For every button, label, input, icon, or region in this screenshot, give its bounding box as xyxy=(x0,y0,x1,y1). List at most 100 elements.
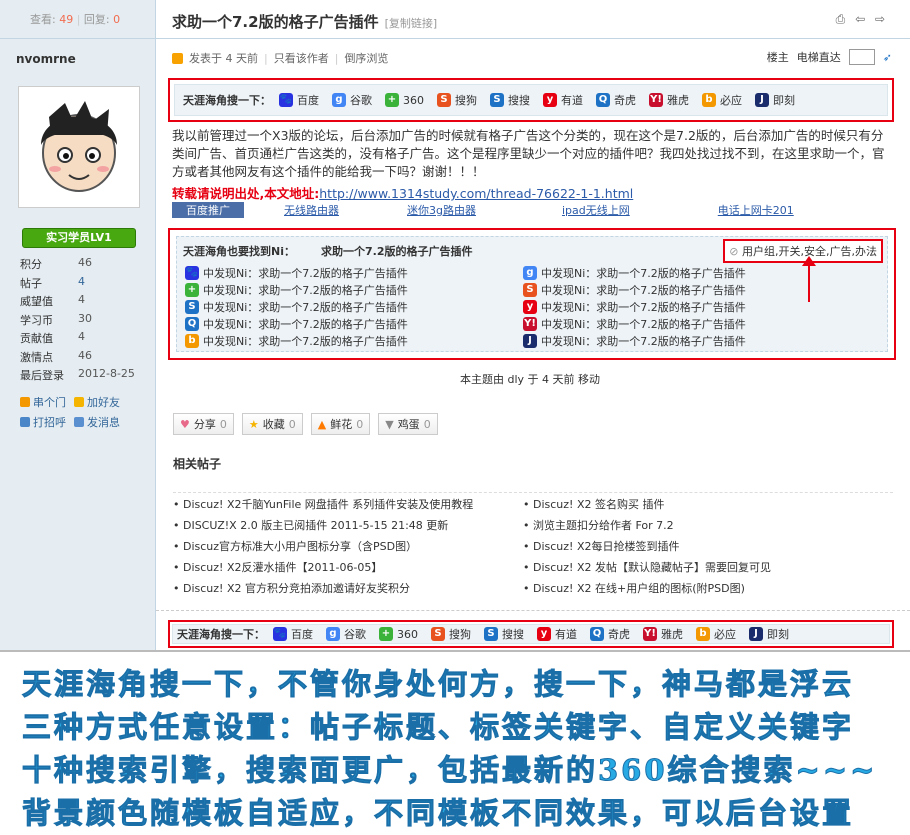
search-engine-link[interactable]: Q 奇虎 xyxy=(596,92,636,108)
soso-icon: S xyxy=(490,93,504,107)
related-search-item-text: 中发现Ni：求助一个7.2版的格子广告插件 xyxy=(541,300,746,314)
message-link[interactable]: 发消息 xyxy=(74,412,120,432)
search-engine-link[interactable]: S 搜搜 xyxy=(484,626,524,642)
related-search-item[interactable]: Y! 中发现Ni：求助一个7.2版的格子广告插件 xyxy=(523,315,863,332)
greet-link[interactable]: 打招呼 xyxy=(20,412,66,432)
related-search-item[interactable]: J 中发现Ni：求助一个7.2版的格子广告插件 xyxy=(523,332,863,349)
youdao-icon: y xyxy=(543,93,557,107)
search-engine-link[interactable]: +360 xyxy=(385,92,424,108)
thread-title-text: 求助一个7.2版的格子广告插件 xyxy=(172,13,379,31)
author-profile-stats: 积分 46 帖子 4 威望值 4 学习币 30 贡献值 4 激情点 46 最后登录 2012-… xyxy=(20,256,150,386)
thumb-down-icon: ▼ xyxy=(385,417,394,431)
online-status-icon xyxy=(172,52,183,64)
search-engine-name: 即刻 xyxy=(773,94,795,107)
action-label: 鸡蛋 xyxy=(397,418,420,431)
action-button[interactable]: ▲ 鲜花 0 xyxy=(310,413,371,435)
related-post-link[interactable]: • Discuz! X2 在线+用户组的图标(附PSD图) xyxy=(523,577,771,598)
copy-link-button[interactable]: [复制链接] xyxy=(385,17,438,30)
related-search-item[interactable]: g 中发现Ni：求助一个7.2版的格子广告插件 xyxy=(523,264,863,281)
search-engine-link[interactable]: Q 奇虎 xyxy=(590,626,630,642)
related-search-item-text: 中发现Ni：求助一个7.2版的格子广告插件 xyxy=(203,334,408,348)
search-engine-link[interactable]: J 即刻 xyxy=(749,626,789,642)
related-search-item[interactable]: Q 中发现Ni：求助一个7.2版的格子广告插件 xyxy=(185,315,525,332)
related-post-link[interactable]: • DISCUZ!X 2.0 版主已阅插件 2011-5-15 21:48 更新 xyxy=(173,514,473,535)
author-username[interactable]: nvomrne xyxy=(16,52,76,66)
sogou-icon: S xyxy=(431,627,445,641)
message-label: 发消息 xyxy=(87,416,120,429)
action-button[interactable]: ♥ 分享 0 xyxy=(173,413,234,435)
search-engine-name: 百度 xyxy=(291,628,313,641)
related-post-link[interactable]: • Discuz! X2 发帖【默认隐藏帖子】需要回复可见 xyxy=(523,556,771,577)
related-search-item-text: 中发现Ni：求助一个7.2版的格子广告插件 xyxy=(203,300,408,314)
caption-line: 三种方式任意设置：帖子标题、标签关键字、自定义关键字 xyxy=(21,710,855,745)
author-only-link[interactable]: 只看该作者 xyxy=(274,50,329,66)
related-post-link[interactable]: • Discuz! X2 官方积分竞拍添加邀请好友奖积分 xyxy=(173,577,473,598)
floor-input[interactable] xyxy=(848,49,875,65)
search-engine-link[interactable]: S 搜狗 xyxy=(431,626,471,642)
related-search-item[interactable]: S 中发现Ni：求助一个7.2版的格子广告插件 xyxy=(523,281,863,298)
search-engine-link[interactable]: +360 xyxy=(379,626,418,642)
search-engine-link[interactable]: y 有道 xyxy=(543,92,583,108)
repost-url-link[interactable]: http://www.1314study.com/thread-76622-1-… xyxy=(319,186,633,201)
home-icon xyxy=(20,397,30,407)
action-button[interactable]: ▼ 鸡蛋 0 xyxy=(378,413,438,435)
search-engine-link[interactable]: y 有道 xyxy=(537,626,577,642)
related-search-item-text: 中发现Ni：求助一个7.2版的格子广告插件 xyxy=(541,317,746,331)
search-engine-link[interactable]: g 谷歌 xyxy=(332,92,372,108)
search-engine-name: 奇虎 xyxy=(608,628,630,641)
related-search-item-text: 中发现Ni：求助一个7.2版的格子广告插件 xyxy=(541,266,746,280)
soso-icon: S xyxy=(185,299,199,314)
ad-link[interactable]: 电话上网卡201 xyxy=(718,202,794,218)
tag-icon: ⊘ xyxy=(729,245,739,258)
avatar[interactable] xyxy=(18,86,140,208)
related-search-item[interactable]: 🐾 中发现Ni：求助一个7.2版的格子广告插件 xyxy=(185,264,525,281)
go-arrow-icon[interactable]: ➶ xyxy=(883,51,892,64)
related-search-item[interactable]: y 中发现Ni：求助一个7.2版的格子广告插件 xyxy=(523,298,863,315)
yahoo-icon: Y! xyxy=(523,316,537,331)
related-post-link[interactable]: • Discuz官方标准大小用户图标分享（含PSD图） xyxy=(173,535,473,556)
repost-notice: 转载请说明出处,本文地址:http://www.1314study.com/th… xyxy=(172,183,633,202)
reverse-order-link[interactable]: 倒序浏览 xyxy=(344,50,388,66)
search-engine-link[interactable]: b 必应 xyxy=(702,92,742,108)
search-engine-link[interactable]: g 谷歌 xyxy=(326,626,366,642)
search-bar-top: 天涯海角搜一下： 🐾 百度 g 谷歌 +360 S 搜狗 S 搜搜 y 有道 Q 奇虎 Y! 雅虎 b 必应 J 即… xyxy=(174,84,888,116)
action-button[interactable]: ★ 收藏 0 xyxy=(241,413,303,435)
search-engine-name: 有道 xyxy=(555,628,577,641)
floor-nav: 楼主 电梯直达 ➶ xyxy=(767,49,892,65)
heart-icon: ♥ xyxy=(180,417,190,431)
search-engine-link[interactable]: J 即刻 xyxy=(755,92,795,108)
add-friend-link[interactable]: 加好友 xyxy=(74,392,120,412)
search-engine-link[interactable]: S 搜狗 xyxy=(437,92,477,108)
visit-link[interactable]: 串个门 xyxy=(20,392,66,412)
related-post-link[interactable]: • Discuz! X2千脑YunFile 网盘插件 系列插件安装及使用教程 xyxy=(173,493,473,514)
related-search-item-text: 中发现Ni：求助一个7.2版的格子广告插件 xyxy=(541,283,746,297)
baidu-icon: 🐾 xyxy=(273,627,287,641)
ad-link[interactable]: 百度推广 xyxy=(172,202,244,218)
stat-value[interactable]: 4 xyxy=(78,275,85,294)
search-engine-link[interactable]: 🐾 百度 xyxy=(273,626,313,642)
related-search-list-right: g 中发现Ni：求助一个7.2版的格子广告插件 S 中发现Ni：求助一个7.2版的格子… xyxy=(523,264,863,349)
moved-note: 本主题由 dly 于 4 天前 移动 xyxy=(460,373,601,386)
ad-link[interactable]: 迷你3g路由器 xyxy=(407,202,476,218)
related-post-link[interactable]: • Discuz! X2 签名购买 插件 xyxy=(523,493,771,514)
related-search-heading: 天涯海角也要找到Ni： 求助一个7.2版的格子广告插件 xyxy=(183,243,472,259)
promo-caption: 天涯海角搜一下，不管你身处何方，搜一下，神马都是浮云 三种方式任意设置：帖子标题… xyxy=(0,655,910,835)
related-post-link[interactable]: • Discuz! X2每日抢楼签到插件 xyxy=(523,535,771,556)
search-engine-link[interactable]: Y! 雅虎 xyxy=(649,92,689,108)
related-search-item[interactable]: S 中发现Ni：求助一个7.2版的格子广告插件 xyxy=(185,298,525,315)
thread-nav-icons[interactable]: ⎙ ⇦ ⇨ xyxy=(836,12,888,27)
related-search-item[interactable]: + 中发现Ni：求助一个7.2版的格子广告插件 xyxy=(185,281,525,298)
search-engine-link[interactable]: b 必应 xyxy=(696,626,736,642)
related-search-item[interactable]: b 中发现Ni：求助一个7.2版的格子广告插件 xyxy=(185,332,525,349)
search-engine-link[interactable]: Y! 雅虎 xyxy=(643,626,683,642)
search-engine-link[interactable]: S 搜搜 xyxy=(490,92,530,108)
related-post-link[interactable]: • 浏览主题扣分给作者 For 7.2 xyxy=(523,514,771,535)
related-post-link[interactable]: • Discuz! X2反灌水插件【2011-06-05】 xyxy=(173,556,473,577)
sogou-icon: S xyxy=(437,93,451,107)
search-engine-link[interactable]: 🐾 百度 xyxy=(279,92,319,108)
ad-link[interactable]: 无线路由器 xyxy=(284,202,339,218)
greet-icon xyxy=(20,417,30,427)
ad-links: 百度推广 无线路由器 迷你3g路由器 ipad无线上网 电话上网卡201 xyxy=(172,202,892,218)
search-engine-name: 即刻 xyxy=(767,628,789,641)
ad-link[interactable]: ipad无线上网 xyxy=(562,202,630,218)
